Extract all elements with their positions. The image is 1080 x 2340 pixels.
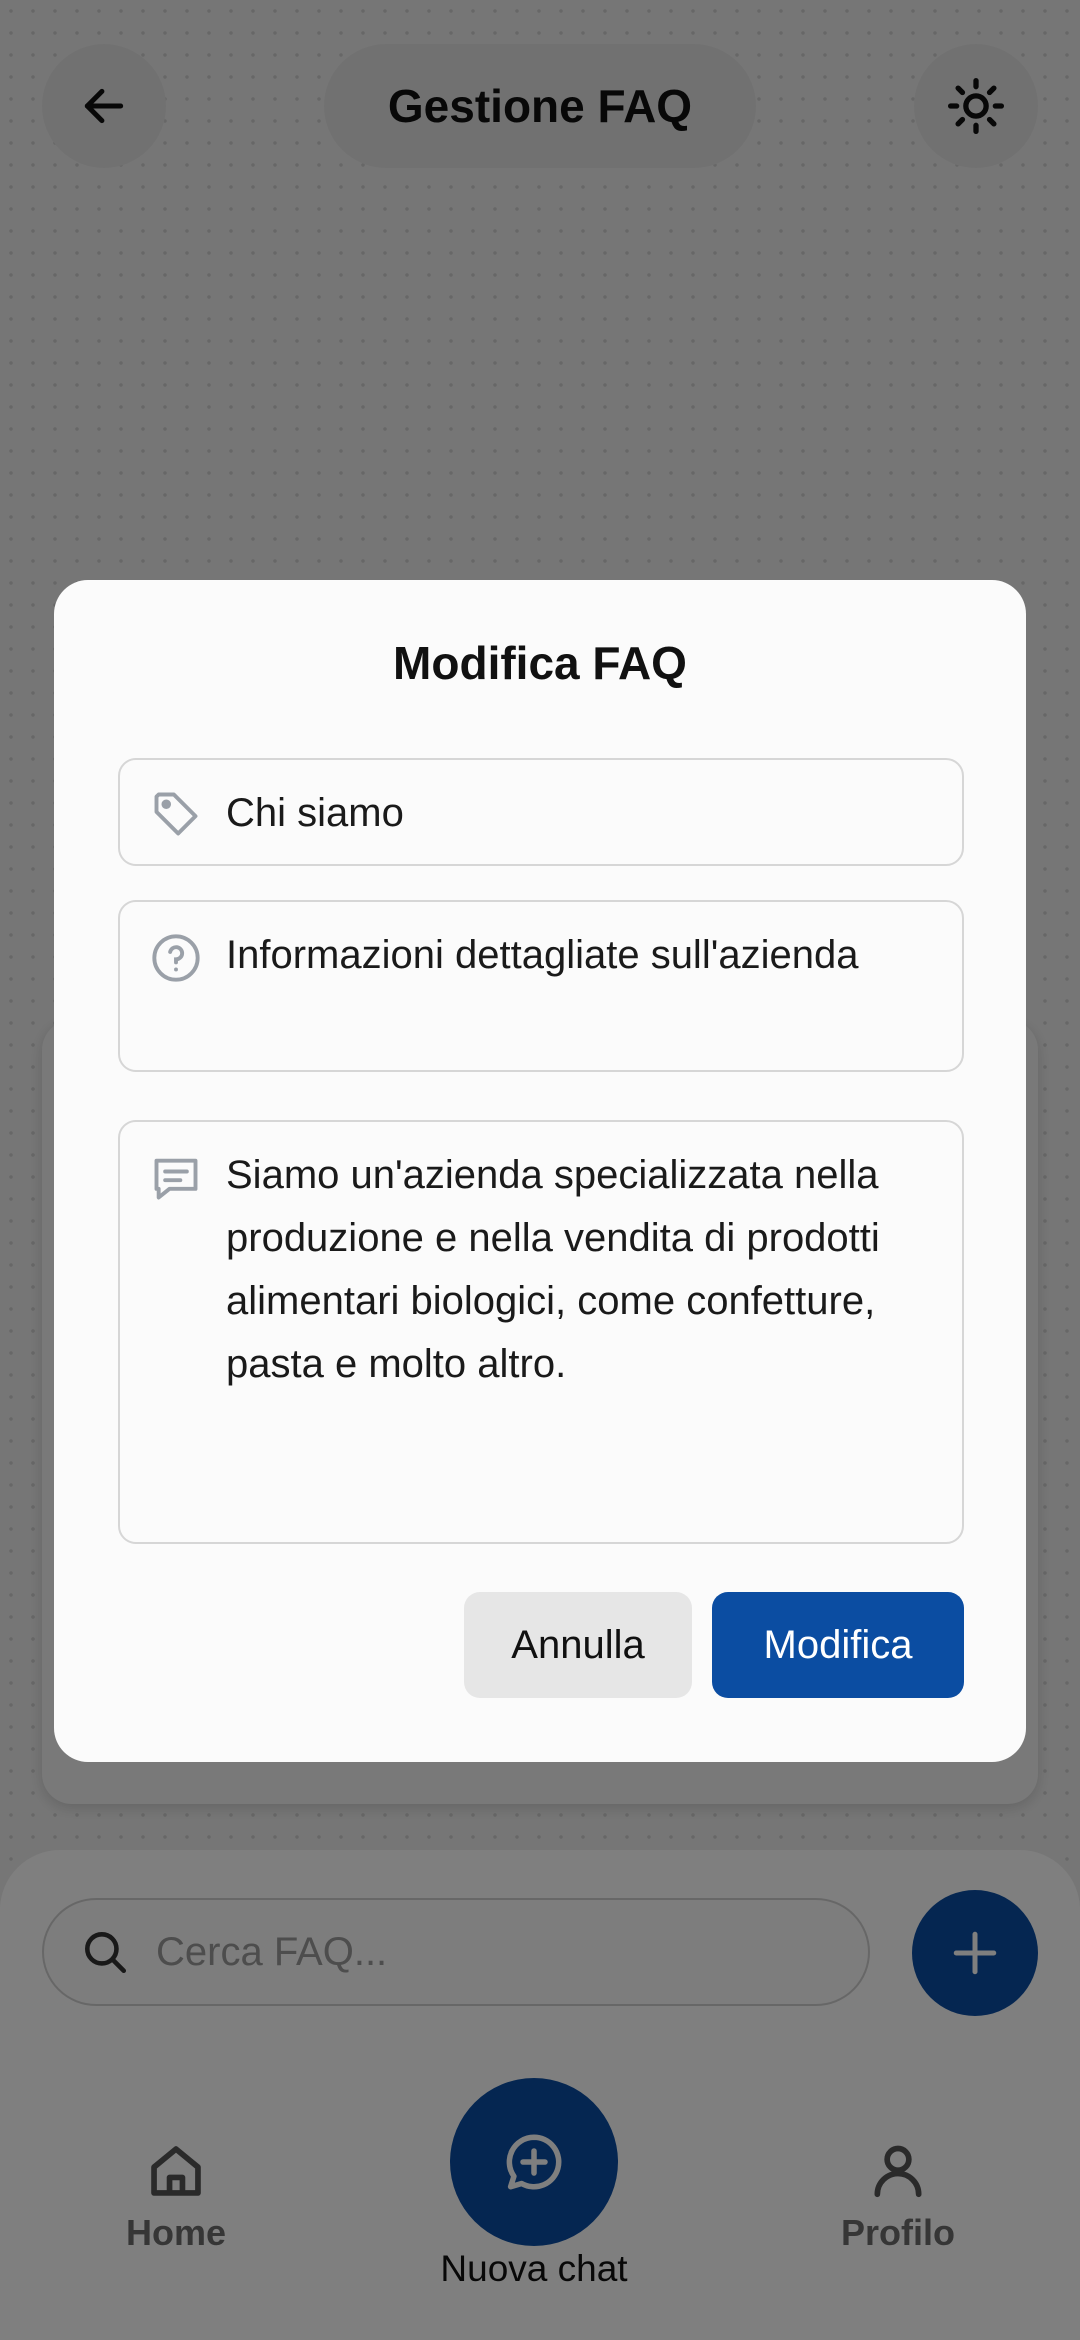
question-field[interactable]: Informazioni dettagliate sull'azienda	[118, 900, 964, 1072]
dialog-title: Modifica FAQ	[393, 637, 687, 689]
category-field[interactable]: Chi siamo	[118, 758, 964, 866]
cancel-button[interactable]: Annulla	[464, 1592, 692, 1698]
question-value: Informazioni dettagliate sull'azienda	[226, 933, 859, 977]
answer-value: Siamo un'azienda specializzata nella pro…	[226, 1153, 880, 1386]
question-circle-icon	[152, 934, 200, 982]
edit-faq-dialog: Modifica FAQ Chi siamo Informazioni dett…	[54, 580, 1026, 1762]
category-value: Chi siamo	[226, 791, 404, 835]
confirm-edit-button[interactable]: Modifica	[712, 1592, 964, 1698]
tag-icon	[154, 792, 198, 836]
message-icon	[154, 1158, 198, 1200]
answer-field[interactable]: Siamo un'azienda specializzata nella pro…	[118, 1120, 964, 1544]
